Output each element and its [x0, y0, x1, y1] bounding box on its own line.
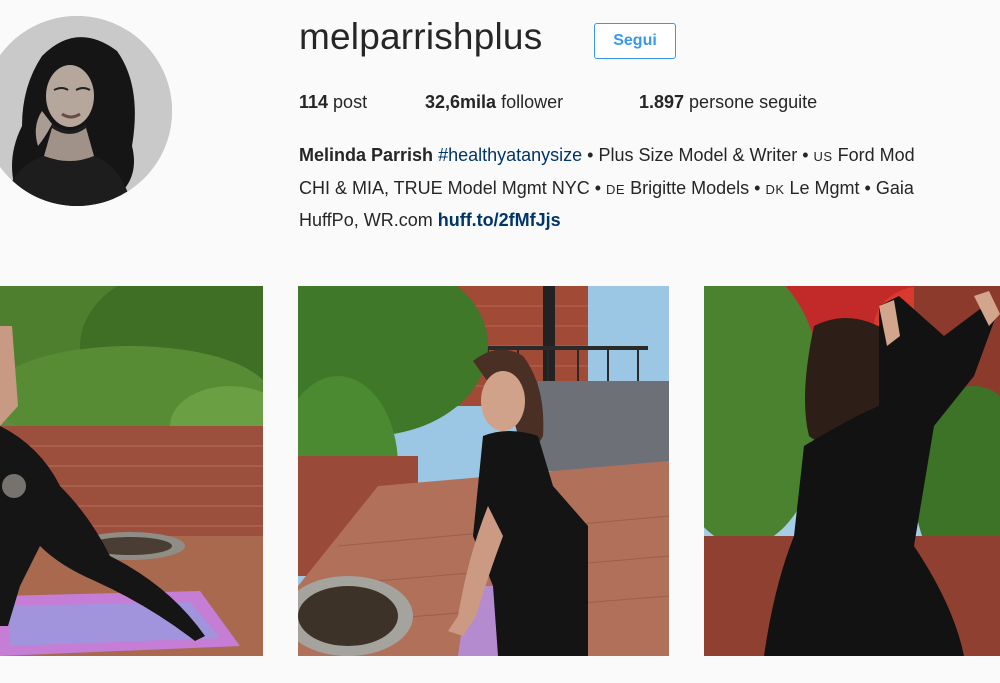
follow-button[interactable]: Segui	[594, 23, 676, 59]
instagram-profile-page: melparrishplus Segui 114 post 32,6mila fol…	[0, 0, 1000, 683]
flag-de: DE	[606, 181, 626, 197]
following-label: persone seguite	[689, 92, 818, 112]
bio-line-3: HuffPo, WR.com huff.to/2fMfJjs	[299, 205, 1000, 236]
followers-label: follower	[501, 92, 564, 112]
posts-stat: 114 post	[299, 92, 367, 113]
followers-count: 32,6mila	[425, 92, 497, 112]
bio-line2-b: Brigitte Models •	[625, 177, 766, 198]
bio-hashtag-link[interactable]: #healthyatanysize	[438, 145, 582, 165]
avatar[interactable]	[0, 16, 172, 206]
bio-line1-tail: Ford Mod	[832, 145, 915, 165]
posts-count: 114	[299, 92, 329, 112]
post-image-yoga-triangle	[0, 286, 263, 656]
post-thumbnail[interactable]	[0, 286, 263, 656]
username: melparrishplus	[299, 16, 543, 57]
posts-label: post	[333, 92, 368, 112]
following-count: 1.897	[639, 92, 685, 112]
bio-line-1: Melinda Parrish #healthyatanysize • Plus…	[299, 140, 1000, 173]
bio-line1-text: • Plus Size Model & Writer •	[582, 145, 814, 165]
post-thumbnail[interactable]	[704, 286, 1000, 656]
followers-stat[interactable]: 32,6mila follower	[425, 92, 563, 113]
flag-dk: DK	[765, 181, 785, 197]
bio-line2-c: Le Mgmt • Gaia	[784, 177, 914, 198]
post-image-back-stretch	[704, 286, 1000, 656]
bio-full-name: Melinda Parrish	[299, 145, 434, 165]
bio-line2-a: CHI & MIA, TRUE Model Mgmt NYC •	[299, 177, 607, 198]
bio-line-2: CHI & MIA, TRUE Model Mgmt NYC • DE Brig…	[299, 173, 1000, 206]
post-thumbnail[interactable]	[298, 286, 669, 656]
post-image-yoga-warrior	[298, 286, 669, 656]
following-stat[interactable]: 1.897 persone seguite	[639, 92, 817, 113]
avatar-image	[0, 16, 172, 206]
flag-us: US	[813, 149, 833, 164]
bio-line3-a: HuffPo, WR.com	[299, 210, 438, 230]
bio-external-link[interactable]: huff.to/2fMfJjs	[438, 210, 561, 230]
profile-bio: Melinda Parrish #healthyatanysize • Plus…	[299, 140, 1000, 236]
